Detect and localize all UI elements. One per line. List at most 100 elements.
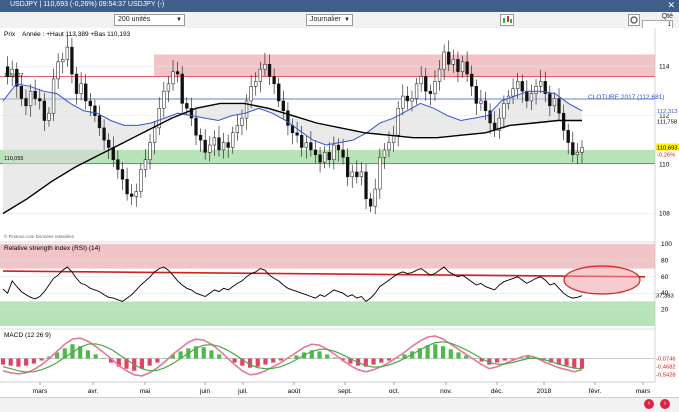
candle-body: [451, 59, 455, 65]
candle-body: [254, 81, 258, 87]
candle-body: [97, 115, 102, 129]
macd-value-label: -0,4682: [656, 365, 676, 371]
settings-icon[interactable]: [628, 14, 640, 26]
candle-body: [341, 149, 345, 158]
rsi-highlight-ellipse: [563, 265, 641, 295]
candle-body: [309, 142, 313, 151]
rsi-title: Relative strength index (RSI) (14): [4, 245, 100, 252]
candle-body: [410, 98, 414, 102]
candle-body: [162, 90, 166, 109]
candle-body: [28, 90, 33, 107]
macd-histogram-bar: [31, 358, 36, 364]
period-select[interactable]: Journalier ▼: [306, 14, 353, 26]
candle-body: [561, 112, 566, 131]
macd-histogram-bar: [502, 358, 507, 361]
macd-histogram-bar: [147, 358, 152, 366]
candle-body: [502, 103, 506, 119]
x-tick-label: 2018: [537, 388, 552, 395]
units-select-value: 200 unités: [118, 16, 151, 23]
candle-body: [263, 64, 267, 70]
macd-histogram-bar: [217, 354, 222, 359]
macd-histogram-bar: [271, 358, 276, 363]
candle-body: [277, 83, 281, 102]
candle-body: [313, 149, 318, 156]
x-tick-label: févr.: [589, 388, 601, 395]
macd-histogram-bar: [139, 358, 145, 369]
x-tick-label: juil.: [237, 388, 248, 395]
macd-histogram-bar: [448, 349, 453, 359]
chevron-down-icon: ▼: [176, 17, 182, 23]
macd-value-label: -0,5428: [656, 373, 676, 379]
rsi-y-tick: 20: [661, 307, 669, 314]
candle-body: [258, 68, 262, 82]
navigation-bar: ‹ ›: [0, 397, 679, 412]
candle-body: [300, 134, 304, 148]
candle-body: [419, 76, 423, 85]
candle-body: [148, 142, 152, 160]
candle-body: [194, 117, 198, 136]
candle-body: [428, 90, 433, 94]
title-bar: USDJPY | 110,693 (-0,26%) 09:54:37 USDJP…: [0, 0, 679, 12]
macd-histogram-bar: [0, 358, 6, 365]
candle-body: [387, 142, 391, 151]
x-tick-label: déc.: [491, 388, 503, 395]
candle-body: [534, 86, 538, 94]
units-select[interactable]: 200 unités ▼: [114, 14, 185, 26]
macd-histogram-bar: [433, 344, 438, 359]
scroll-right-icon[interactable]: ›: [660, 399, 670, 409]
candle-body: [580, 147, 584, 153]
macd-histogram-bar: [579, 358, 585, 369]
candle-body: [24, 98, 28, 107]
resistance-zone: [154, 54, 655, 77]
candle-body: [382, 149, 387, 158]
candle-body: [175, 71, 180, 75]
macd-histogram-bar: [386, 358, 392, 361]
candle-body: [474, 86, 478, 104]
x-tick-label: août: [288, 388, 301, 395]
close-icon[interactable]: ✕: [667, 0, 675, 11]
macd-histogram-bar: [93, 354, 98, 359]
x-tick-label: juin: [199, 388, 211, 395]
candle-body: [442, 51, 446, 70]
candle-body: [401, 95, 405, 109]
window-title: USDJPY | 110,693 (-0,26%) 09:54:37 USDJP…: [10, 1, 165, 8]
x-tick-label: oct.: [389, 388, 400, 395]
candle-body: [557, 98, 561, 114]
x-tick-label: mars: [636, 388, 651, 395]
candle-body: [240, 117, 244, 126]
x-tick-label: nov.: [440, 388, 452, 395]
macd-histogram-bar: [209, 350, 214, 359]
macd-histogram-bar: [456, 352, 461, 359]
data-source: © Finance.com Données retardées: [4, 233, 75, 239]
candle-body: [364, 171, 368, 200]
candle-body: [281, 100, 285, 112]
candle-body: [272, 76, 276, 85]
candle-body: [552, 98, 557, 107]
macd-histogram-bar: [8, 358, 13, 366]
macd-histogram-bar: [317, 351, 322, 359]
candle-body: [548, 93, 552, 107]
candle-body: [267, 64, 272, 77]
candle-body: [566, 130, 570, 143]
scroll-left-icon[interactable]: ‹: [644, 399, 654, 409]
ma50-value-label: 112,313: [657, 109, 678, 115]
candle-body: [318, 154, 322, 163]
candle-body: [84, 83, 88, 102]
candle-body: [166, 83, 171, 92]
candle-body: [414, 83, 419, 99]
candle-body: [424, 76, 428, 92]
candle-body: [185, 103, 189, 109]
candle-body: [226, 142, 230, 148]
candle-body: [65, 46, 69, 60]
candle-body: [460, 61, 465, 72]
period-select-value: Journalier: [310, 16, 341, 23]
chevron-down-icon: ▼: [344, 17, 350, 23]
candle-body: [483, 100, 488, 112]
candle-body: [107, 139, 111, 148]
x-tick-label: mai: [140, 388, 150, 395]
chart-type-icon[interactable]: [500, 14, 514, 26]
candle-body: [359, 171, 364, 178]
candle-body: [61, 59, 65, 63]
candle-body: [465, 61, 469, 75]
candle-body: [525, 90, 529, 102]
